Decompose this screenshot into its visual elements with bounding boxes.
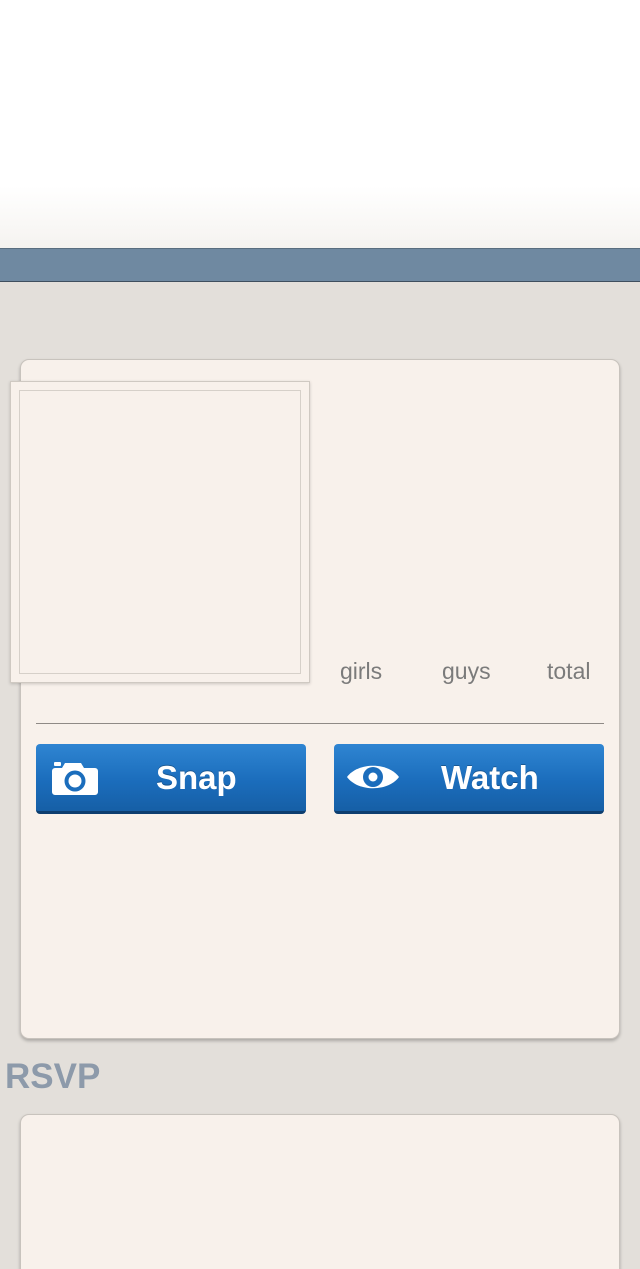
rsvp-card <box>20 1114 620 1269</box>
snap-button[interactable]: Snap <box>36 744 306 814</box>
total-count-label: total <box>547 658 591 684</box>
camera-icon <box>51 760 99 801</box>
divider <box>36 723 604 724</box>
eye-icon <box>346 760 400 799</box>
photo-inner-border <box>19 390 301 674</box>
page: girls guys total Snap Watch RSVP <box>0 0 640 1269</box>
nav-bar <box>0 248 640 282</box>
top-header <box>0 0 640 248</box>
snap-button-label: Snap <box>156 759 237 796</box>
watch-button-label: Watch <box>441 759 539 796</box>
guys-count-label: guys <box>442 658 491 684</box>
girls-count-label: girls <box>340 658 383 684</box>
rsvp-section-title: RSVP <box>5 1057 101 1096</box>
event-photo[interactable] <box>10 381 310 683</box>
watch-button[interactable]: Watch <box>334 744 604 814</box>
